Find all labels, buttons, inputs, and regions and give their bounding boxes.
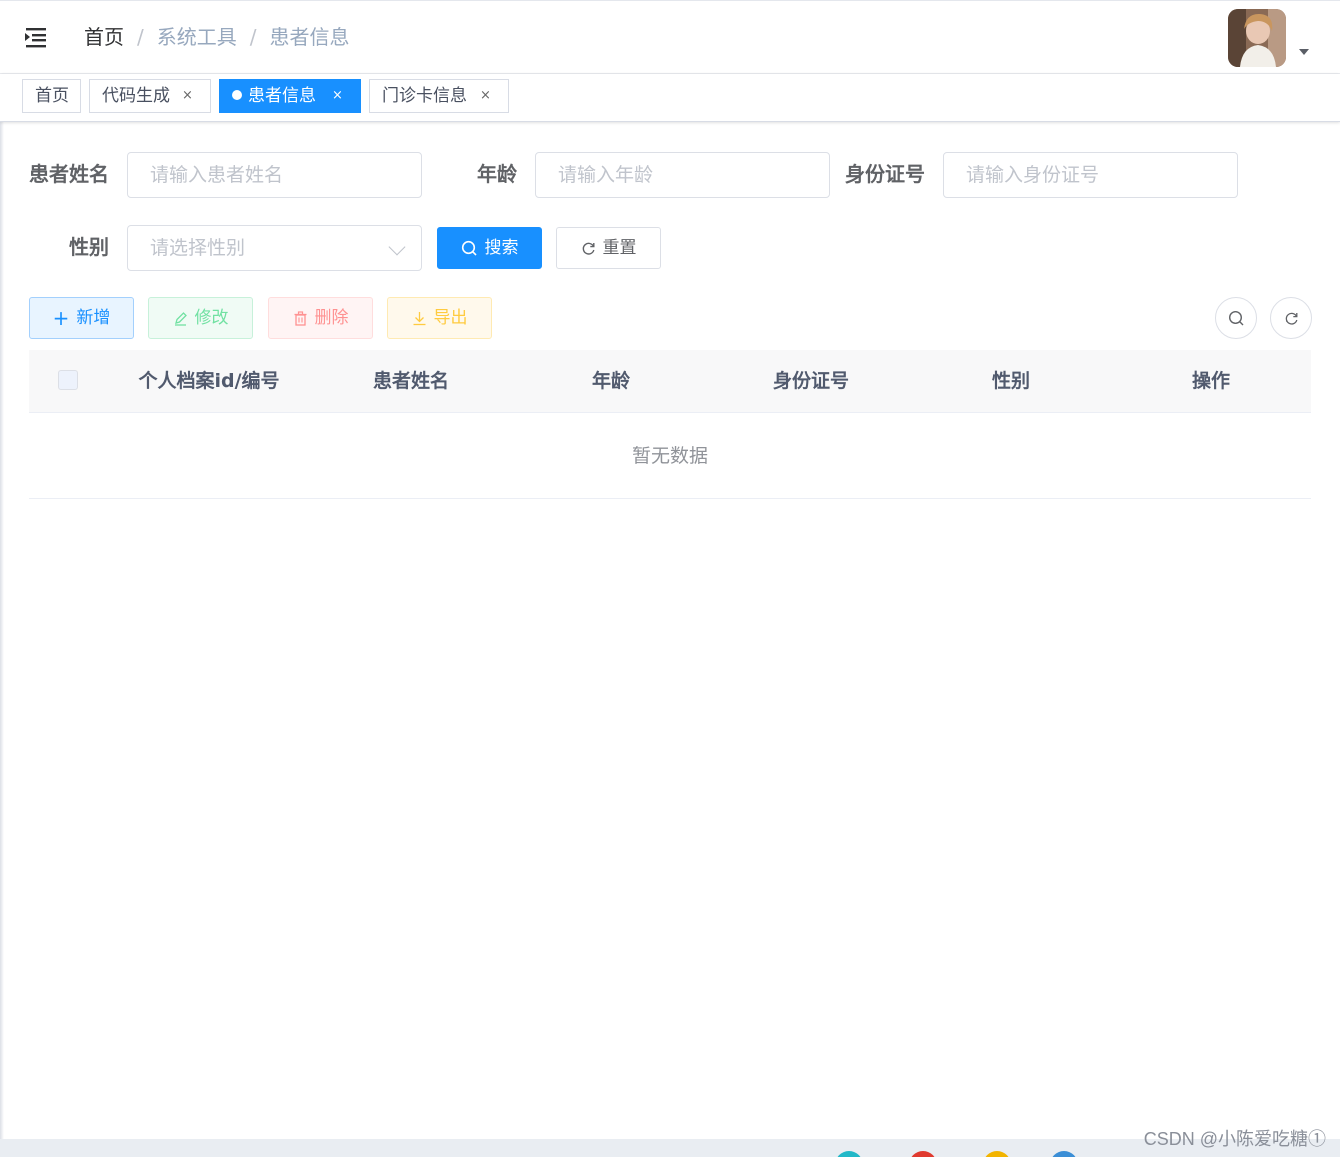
breadcrumb-separator: / <box>249 25 257 49</box>
idcard-input[interactable] <box>943 152 1238 198</box>
refresh-icon <box>1285 312 1297 325</box>
navbar: 首页 / 系统工具 / 患者信息 <box>0 0 1340 74</box>
close-icon[interactable]: × <box>332 80 343 112</box>
chevron-down-icon <box>388 238 406 256</box>
toggle-search-button[interactable] <box>1215 297 1257 339</box>
hamburger-menu-icon[interactable] <box>22 25 48 49</box>
refresh-icon <box>582 242 595 255</box>
add-button-label: 新增 <box>76 308 111 328</box>
column-header: 个人档案id/编号 <box>138 370 280 392</box>
taskbar-app-icon[interactable] <box>835 1151 863 1157</box>
close-icon[interactable]: × <box>182 80 193 112</box>
patient-name-input[interactable] <box>127 152 422 198</box>
breadcrumb-system-tools: 系统工具 <box>156 25 237 49</box>
column-header: 患者姓名 <box>372 370 449 392</box>
patient-name-label: 患者姓名 <box>29 162 109 186</box>
tags-view: 首页 代码生成 × 患者信息 × 门诊卡信息 × <box>0 74 1340 122</box>
select-all-checkbox[interactable] <box>58 370 78 390</box>
tag-label: 首页 <box>35 86 69 106</box>
column-header: 身份证号 <box>772 370 849 392</box>
delete-button[interactable]: 删除 <box>268 297 373 339</box>
caret-down-icon[interactable] <box>1299 49 1309 55</box>
breadcrumb: 首页 / 系统工具 / 患者信息 <box>84 23 350 51</box>
sidebar-edge <box>0 0 4 1140</box>
age-label: 年龄 <box>477 162 517 186</box>
column-header: 操作 <box>1191 370 1230 392</box>
download-icon <box>413 311 425 325</box>
export-button-label: 导出 <box>433 308 468 328</box>
breadcrumb-current: 患者信息 <box>269 25 350 49</box>
trash-icon <box>294 310 306 326</box>
tag-label: 代码生成 <box>102 86 170 106</box>
gender-label: 性别 <box>69 235 109 259</box>
taskbar-app-icon[interactable] <box>909 1151 937 1157</box>
taskbar-app-icon[interactable] <box>1050 1151 1078 1157</box>
breadcrumb-separator: / <box>137 25 144 49</box>
edit-button-label: 修改 <box>194 308 229 328</box>
tag-label: 门诊卡信息 <box>382 86 467 106</box>
taskbar-app-icon[interactable] <box>983 1151 1011 1157</box>
age-input[interactable] <box>535 152 830 198</box>
tag-home[interactable]: 首页 <box>22 79 81 113</box>
refresh-button[interactable] <box>1270 297 1312 339</box>
add-button[interactable]: + 新增 <box>29 297 134 339</box>
table-header: 个人档案id/编号 患者姓名 年龄 身份证号 性别 操作 <box>29 350 1311 413</box>
reset-button-label: 重置 <box>602 238 637 258</box>
search-button[interactable]: 搜索 <box>437 227 542 269</box>
avatar[interactable] <box>1228 9 1286 67</box>
tag-patient-info[interactable]: 患者信息 × <box>219 79 361 113</box>
tag-codegen[interactable]: 代码生成 × <box>89 79 211 113</box>
gender-select[interactable]: 请选择性别 <box>127 225 422 271</box>
edit-icon <box>174 311 187 326</box>
tag-clinic-card[interactable]: 门诊卡信息 × <box>369 79 509 113</box>
idcard-label: 身份证号 <box>845 162 925 186</box>
column-header: 性别 <box>991 370 1030 392</box>
plus-icon: + <box>52 306 70 330</box>
search-icon <box>1228 310 1243 325</box>
delete-button-label: 删除 <box>314 308 349 328</box>
reset-button[interactable]: 重置 <box>556 227 661 269</box>
edit-button[interactable]: 修改 <box>148 297 253 339</box>
taskbar <box>0 1139 1340 1157</box>
search-icon <box>461 240 477 256</box>
close-icon[interactable]: × <box>480 80 491 112</box>
tag-label: 患者信息 <box>248 86 316 106</box>
search-button-label: 搜索 <box>484 238 519 258</box>
watermark: CSDN @小陈爱吃糖① <box>1143 1129 1326 1149</box>
breadcrumb-home[interactable]: 首页 <box>84 23 124 51</box>
active-dot-icon <box>232 90 242 100</box>
gender-select-placeholder: 请选择性别 <box>150 237 246 259</box>
column-header: 年龄 <box>591 370 630 392</box>
export-button[interactable]: 导出 <box>387 297 492 339</box>
table-empty-text: 暂无数据 <box>29 413 1311 499</box>
